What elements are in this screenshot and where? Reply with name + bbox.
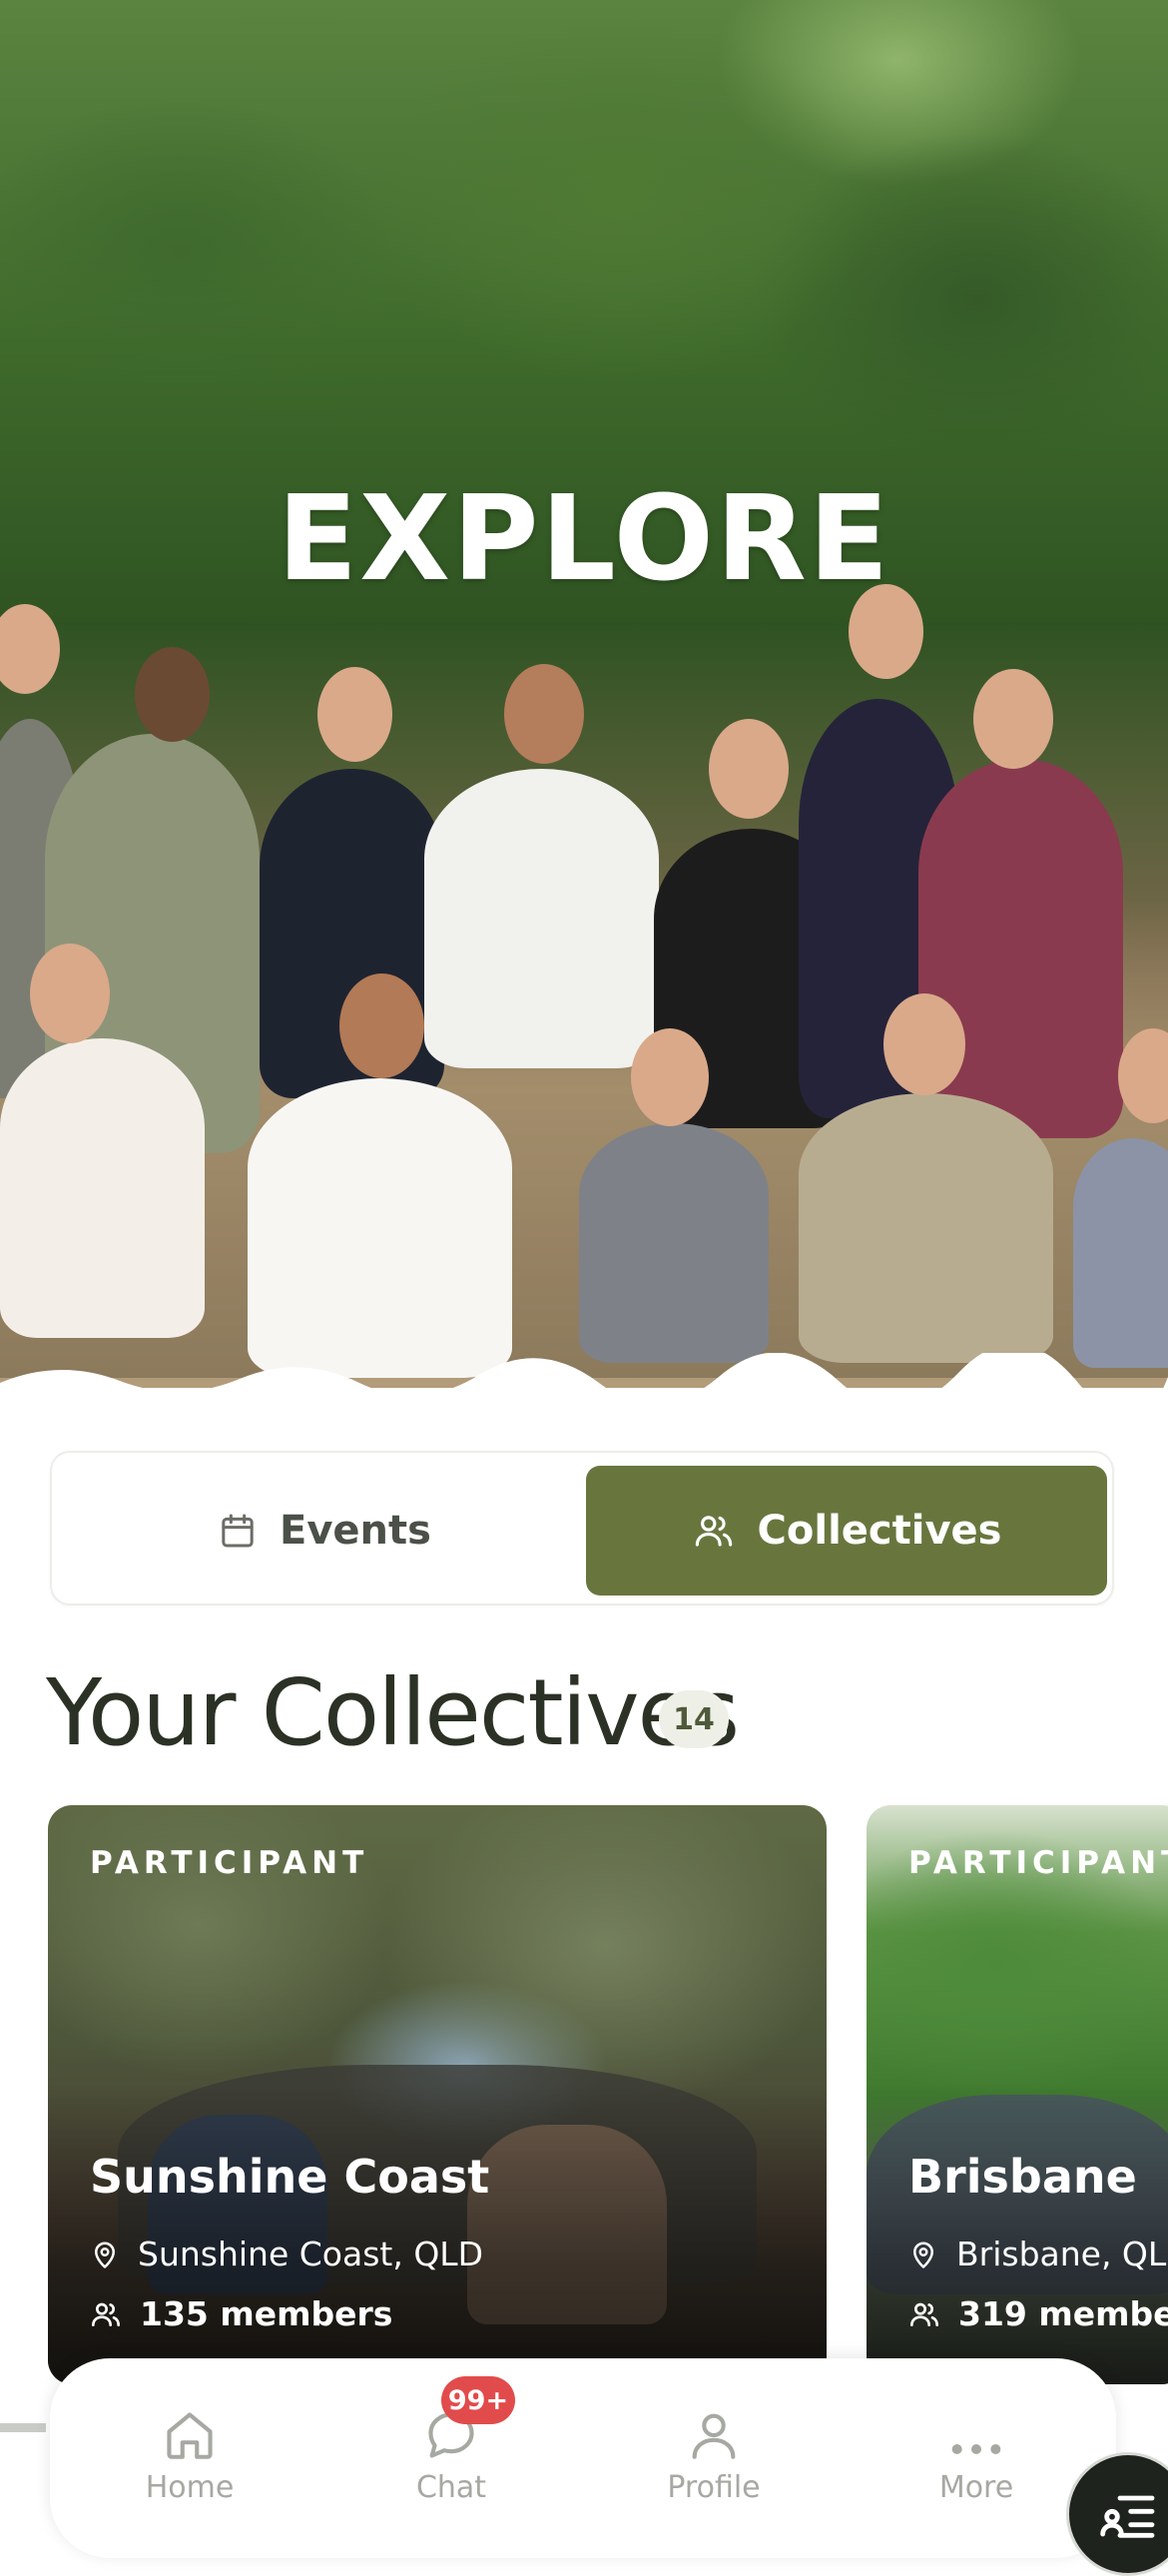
tab-collectives-label: Collectives (757, 1508, 1002, 1554)
collective-card-brisbane[interactable]: PARTICIPANT Brisbane Brisbane, QLD 319 m… (867, 1805, 1168, 2384)
collective-card-sunshine-coast[interactable]: PARTICIPANT Sunshine Coast Sunshine Coas… (48, 1805, 827, 2384)
hero-title: EXPLORE (277, 469, 891, 607)
card-title: Brisbane (908, 2150, 1137, 2204)
scroll-indicator (0, 2423, 46, 2432)
nav-home-label: Home (145, 2470, 235, 2505)
card-members: 135 members (90, 2294, 392, 2333)
menu-user-list-icon (1100, 2495, 1155, 2538)
card-location-text: Brisbane, QLD (956, 2235, 1168, 2273)
collectives-count-badge: 14 (659, 1690, 729, 1748)
map-pin-icon (95, 2242, 115, 2268)
card-members: 319 members (908, 2294, 1168, 2333)
bottom-nav: Home Chat Profile More (50, 2358, 1116, 2558)
card-role-badge: PARTICIPANT (90, 1845, 369, 1881)
users-icon (92, 2302, 120, 2326)
user-icon (692, 2413, 736, 2459)
users-icon (910, 2302, 938, 2326)
section-title: Your Collectives (46, 1659, 740, 1766)
tab-events-label: Events (280, 1508, 431, 1554)
card-location: Brisbane, QLD (908, 2235, 1168, 2273)
nav-home[interactable]: Home (100, 2400, 280, 2505)
hero-wave-edge (0, 1353, 1168, 1388)
users-icon (695, 1516, 732, 1547)
tab-collectives[interactable]: Collectives (586, 1466, 1107, 1596)
hero-banner: EXPLORE (0, 0, 1168, 1388)
nav-more-label: More (938, 2470, 1014, 2505)
nav-profile-label: Profile (667, 2470, 761, 2505)
card-members-text: 135 members (140, 2294, 393, 2333)
card-members-text: 319 members (958, 2294, 1168, 2333)
view-toggle: Events Collectives (50, 1451, 1114, 1606)
card-title: Sunshine Coast (90, 2150, 490, 2204)
map-pin-icon (913, 2242, 933, 2268)
chat-unread-badge: 99+ (441, 2376, 515, 2424)
nav-chat-label: Chat (415, 2470, 487, 2505)
card-role-badge: PARTICIPANT (908, 1845, 1168, 1881)
nav-more[interactable]: More (886, 2400, 1066, 2505)
nav-profile[interactable]: Profile (624, 2400, 804, 2505)
tab-events[interactable]: Events (64, 1466, 585, 1596)
card-location: Sunshine Coast, QLD (90, 2235, 483, 2273)
card-location-text: Sunshine Coast, QLD (138, 2235, 484, 2273)
home-icon (167, 2412, 213, 2459)
more-dots-icon (951, 2443, 1001, 2455)
calendar-icon (222, 1514, 254, 1548)
